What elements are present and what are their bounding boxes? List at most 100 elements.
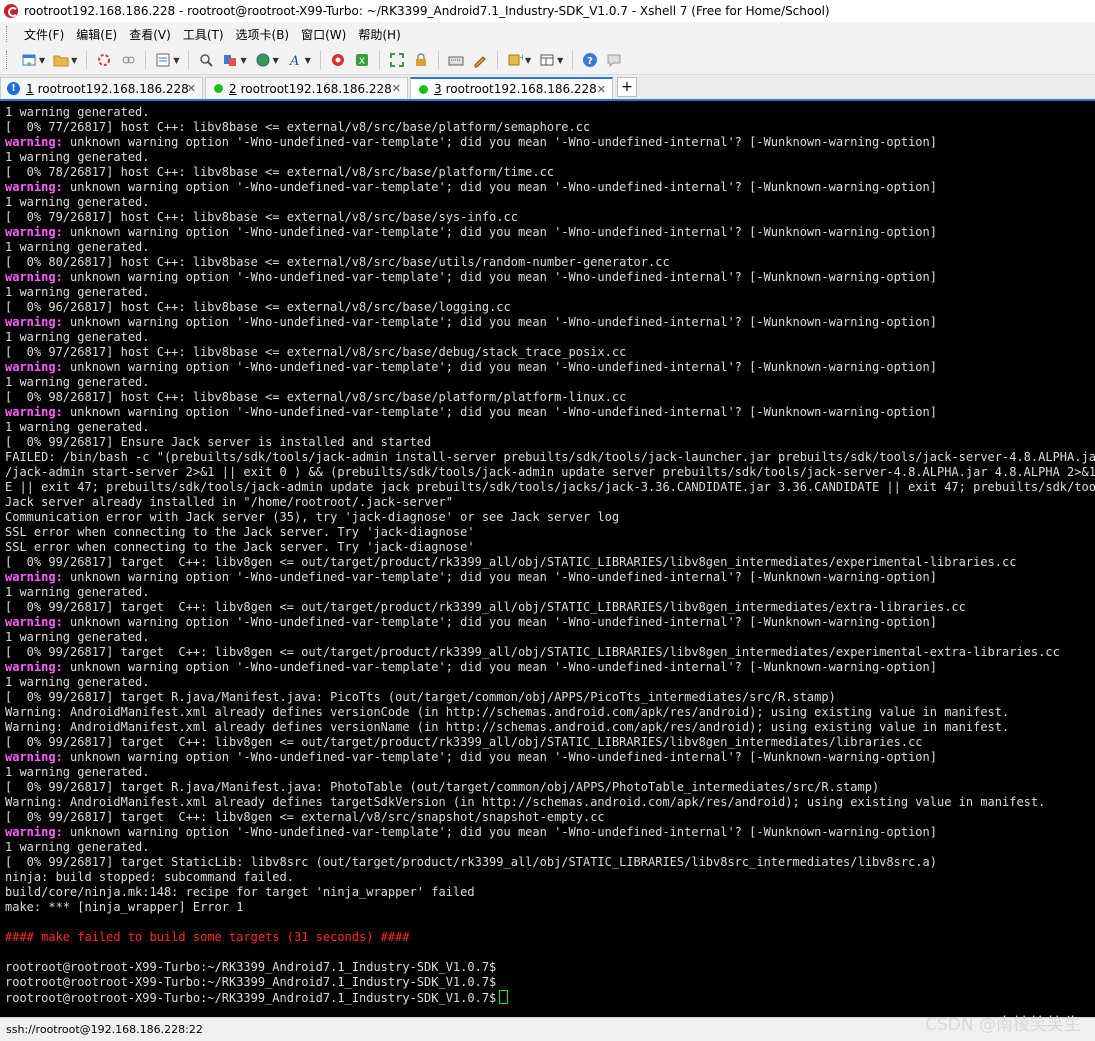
disconnect-icon[interactable] [118, 50, 138, 70]
close-icon[interactable]: ✕ [187, 82, 196, 95]
terminal-text: FAILED: /bin/bash -c "(prebuilts/sdk/too… [5, 450, 1095, 464]
menubar-grip[interactable] [6, 26, 11, 42]
menu-tab[interactable]: 选项卡(B) [231, 26, 297, 43]
reconnect-icon[interactable] [94, 50, 114, 70]
menu-view[interactable]: 查看(V) [124, 26, 178, 43]
xshell-app-icon[interactable] [4, 4, 18, 18]
terminal-line: 1 warning generated. [5, 840, 1095, 855]
connected-status-icon [419, 84, 428, 94]
menu-bar: 文件(F) 编辑(E) 查看(V) 工具(T) 选项卡(B) 窗口(W) 帮助(… [0, 22, 1095, 46]
add-tab-button[interactable]: + [617, 77, 637, 97]
terminal-text: [ 0% 99/26817] target C++: libv8gen <= o… [5, 600, 966, 614]
terminal-line: [ 0% 99/26817] Ensure Jack server is ins… [5, 435, 1095, 450]
properties-icon[interactable] [153, 50, 173, 70]
terminal-text: [ 0% 99/26817] target R.java/Manifest.ja… [5, 780, 880, 794]
title-bar: rootroot192.168.186.228 - rootroot@rootr… [0, 0, 1095, 22]
menu-edit[interactable]: 编辑(E) [71, 26, 124, 43]
transfer-dropdown-icon[interactable]: ▼ [240, 56, 246, 65]
terminal-line: ninja: build stopped: subcommand failed. [5, 870, 1095, 885]
window-title: rootroot192.168.186.228 - rootroot@rootr… [24, 4, 830, 18]
chat-icon[interactable] [604, 50, 624, 70]
new-tab-dropdown-icon[interactable]: ▼ [525, 56, 531, 65]
menu-file[interactable]: 文件(F) [19, 26, 71, 43]
globe-dropdown-icon[interactable]: ▼ [273, 56, 279, 65]
help-icon[interactable]: ? [580, 50, 600, 70]
menu-help[interactable]: 帮助(H) [353, 26, 407, 43]
terminal-line: warning: unknown warning option '-Wno-un… [5, 615, 1095, 630]
terminal-line: warning: unknown warning option '-Wno-un… [5, 660, 1095, 675]
properties-dropdown-icon[interactable]: ▼ [173, 56, 179, 65]
toolbar-separator [86, 51, 88, 69]
toolbar-separator [572, 51, 574, 69]
new-session-dropdown-icon[interactable]: ▼ [39, 56, 45, 65]
terminal-line: [ 0% 99/26817] target C++: libv8gen <= o… [5, 555, 1095, 570]
font-icon[interactable]: A [285, 50, 305, 70]
globe-icon[interactable] [253, 50, 273, 70]
terminal-text: [ 0% 97/26817] host C++: libv8base <= ex… [5, 345, 627, 359]
terminal-line: 1 warning generated. [5, 285, 1095, 300]
toolbar-grip[interactable] [6, 51, 11, 69]
svg-text:A: A [289, 54, 299, 68]
xmanager-icon[interactable]: X [352, 50, 372, 70]
terminal-text: [ 0% 99/26817] target C++: libv8gen <= o… [5, 735, 923, 749]
close-icon[interactable]: ✕ [597, 83, 606, 96]
tab-session-1[interactable]: ! 1 rootroot192.168.186.228 ✕ [0, 77, 203, 99]
terminal-text: rootroot@rootroot-X99-Turbo:~/RK3399_And… [5, 960, 497, 974]
terminal-line: warning: unknown warning option '-Wno-un… [5, 225, 1095, 240]
terminal-text: unknown warning option '-Wno-undefined-v… [62, 135, 937, 149]
terminal-line: rootroot@rootroot-X99-Turbo:~/RK3399_And… [5, 960, 1095, 975]
fullscreen-icon[interactable] [387, 50, 407, 70]
layout-dropdown-icon[interactable]: ▼ [557, 56, 563, 65]
toolbar-separator [437, 51, 439, 69]
warning-keyword: warning: [5, 405, 63, 419]
tab-session-3[interactable]: 3 rootroot192.168.186.228 ✕ [410, 77, 613, 99]
close-icon[interactable]: ✕ [392, 82, 401, 95]
warning-keyword: warning: [5, 315, 63, 329]
terminal-text: 1 warning generated. [5, 330, 150, 344]
find-icon[interactable] [196, 50, 216, 70]
terminal-line: warning: unknown warning option '-Wno-un… [5, 750, 1095, 765]
terminal-output[interactable]: 1 warning generated.[ 0% 77/26817] host … [0, 99, 1095, 1017]
terminal-line: #### make failed to build some targets (… [5, 930, 1095, 945]
terminal-line: [ 0% 80/26817] host C++: libv8base <= ex… [5, 255, 1095, 270]
toolbar-separator [188, 51, 190, 69]
terminal-line: Warning: AndroidManifest.xml already def… [5, 705, 1095, 720]
menu-tools[interactable]: 工具(T) [178, 26, 231, 43]
terminal-line: [ 0% 99/26817] target R.java/Manifest.ja… [5, 780, 1095, 795]
terminal-text: 1 warning generated. [5, 150, 150, 164]
connected-status-icon [214, 84, 223, 93]
toolbar-separator [145, 51, 147, 69]
tab-session-2[interactable]: 2 rootroot192.168.186.228 ✕ [205, 77, 408, 99]
lock-icon[interactable] [411, 50, 431, 70]
tab-number: 3 [434, 82, 442, 96]
keyboard-icon[interactable] [446, 50, 466, 70]
transfer-icon[interactable] [220, 50, 240, 70]
terminal-line: warning: unknown warning option '-Wno-un… [5, 360, 1095, 375]
terminal-line: [ 0% 97/26817] host C++: libv8base <= ex… [5, 345, 1095, 360]
terminal-text: Jack server already installed in "/home/… [5, 495, 453, 509]
terminal-line: 1 warning generated. [5, 150, 1095, 165]
terminal-text: 1 warning generated. [5, 675, 150, 689]
terminal-line: 1 warning generated. [5, 375, 1095, 390]
svg-text:+: + [519, 53, 523, 63]
terminal-line: Jack server already installed in "/home/… [5, 495, 1095, 510]
open-dropdown-icon[interactable]: ▼ [71, 56, 77, 65]
svg-text:X: X [359, 57, 365, 67]
xftp-icon[interactable] [328, 50, 348, 70]
terminal-text: [ 0% 99/26817] target C++: libv8gen <= o… [5, 555, 1017, 569]
terminal-line: Warning: AndroidManifest.xml already def… [5, 720, 1095, 735]
terminal-line: /jack-admin start-server 2>&1 || exit 0 … [5, 465, 1095, 480]
font-dropdown-icon[interactable]: ▼ [305, 56, 311, 65]
terminal-text: unknown warning option '-Wno-undefined-v… [62, 750, 937, 764]
new-tab-icon[interactable]: + [505, 50, 525, 70]
new-session-icon[interactable]: + [19, 50, 39, 70]
terminal-line: 1 warning generated. [5, 105, 1095, 120]
toolbar: + ▼ ▼ ▼ ▼ ▼ A ▼ X + ▼ ▼ ? [0, 46, 1095, 75]
menu-window[interactable]: 窗口(W) [296, 26, 353, 43]
script-icon[interactable] [470, 50, 490, 70]
tab-number: 1 [26, 81, 34, 96]
open-folder-icon[interactable] [51, 50, 71, 70]
terminal-text: build/core/ninja.mk:148: recipe for targ… [5, 885, 475, 899]
layout-icon[interactable] [537, 50, 557, 70]
terminal-line: SSL error when connecting to the Jack se… [5, 540, 1095, 555]
